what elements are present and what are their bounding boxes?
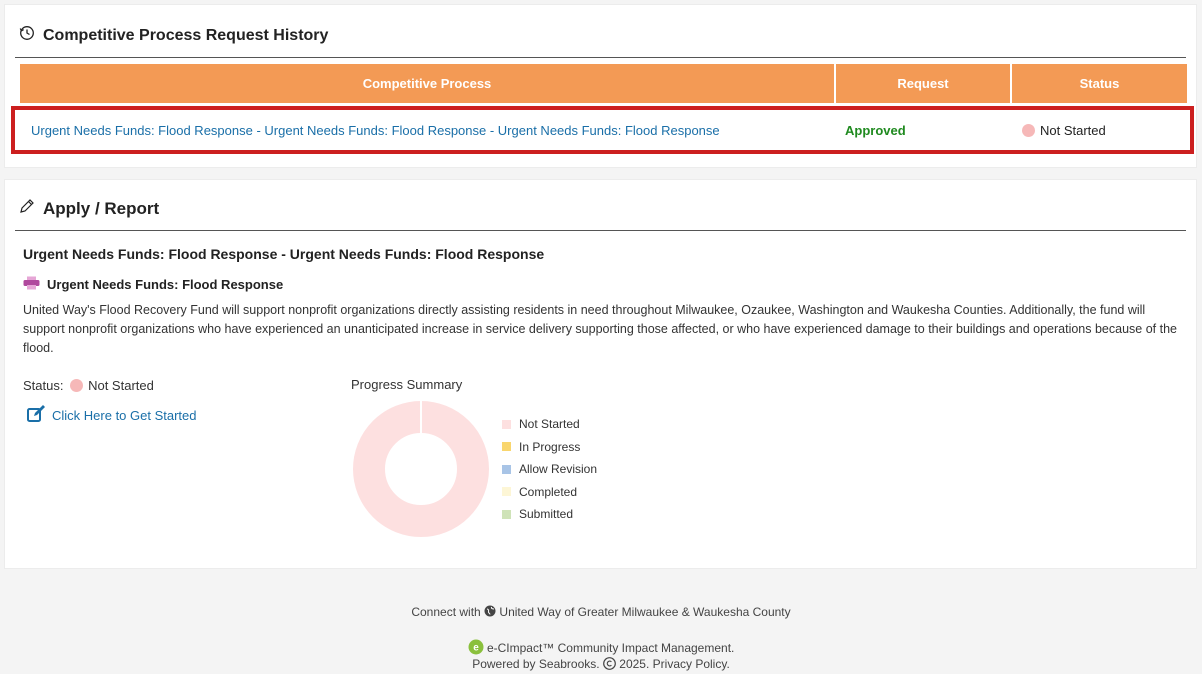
- program-title: Urgent Needs Funds: Flood Response - Urg…: [23, 246, 545, 262]
- progress-summary-title: Progress Summary: [351, 377, 463, 392]
- ecimpact-logo-icon: e: [468, 639, 487, 655]
- edit-icon: [27, 405, 46, 426]
- get-started-text[interactable]: Click Here to Get Started: [52, 408, 197, 423]
- status-dot-icon: [70, 379, 84, 392]
- fund-description: United Way's Flood Recovery Fund will su…: [23, 303, 1177, 355]
- legend-label: In Progress: [519, 439, 581, 454]
- column-header-request: Request: [836, 64, 1012, 103]
- get-started-link[interactable]: Click Here to Get Started: [27, 405, 197, 426]
- footer-product-text: e-CImpact™ Community Impact Management.: [486, 641, 735, 655]
- column-header-competitive-process: Competitive Process: [20, 64, 836, 103]
- apply-title-text: Apply / Report: [43, 198, 160, 218]
- history-panel-title: Competitive Process Request History: [19, 25, 328, 46]
- legend-swatch: [502, 464, 511, 474]
- legend-item: Not Started: [502, 413, 597, 436]
- footer-year: 2025.: [619, 657, 650, 671]
- privacy-policy-link[interactable]: Privacy Policy.: [653, 657, 730, 671]
- fund-name: Urgent Needs Funds: Flood Response: [47, 277, 284, 292]
- legend-label: Allow Revision: [519, 462, 598, 477]
- legend-label: Not Started: [519, 417, 580, 432]
- history-table-header: Competitive Process Request Status: [20, 64, 1187, 103]
- apply-panel-title: Apply / Report: [19, 198, 159, 219]
- progress-donut-chart: [353, 401, 489, 537]
- legend-label: Completed: [519, 484, 578, 499]
- apply-divider: [15, 230, 1186, 231]
- footer-powered-text: Powered by Seabrooks.: [472, 657, 600, 671]
- footer-product: e e-CImpact™ Community Impact Management…: [0, 639, 1202, 655]
- svg-text:e: e: [473, 643, 479, 654]
- history-divider: [15, 57, 1186, 58]
- legend-item: Completed: [502, 481, 597, 504]
- copyright-icon: [603, 657, 619, 671]
- apply-status-label: Status:: [23, 378, 64, 393]
- footer-connect-prefix: Connect with: [411, 605, 481, 619]
- legend-item: Allow Revision: [502, 458, 597, 481]
- table-row[interactable]: Urgent Needs Funds: Flood Response - Urg…: [11, 106, 1194, 154]
- competitive-process-link[interactable]: Urgent Needs Funds: Flood Response - Urg…: [31, 123, 720, 138]
- column-header-status: Status: [1079, 76, 1120, 91]
- apply-status-value: Not Started: [88, 378, 154, 393]
- globe-icon: [484, 605, 499, 619]
- legend-item: Submitted: [502, 503, 597, 526]
- legend-swatch: [502, 487, 511, 497]
- fund-heading: Urgent Needs Funds: Flood Response: [23, 276, 283, 293]
- status-dot-icon: [1022, 124, 1035, 137]
- footer-connect: Connect with United Way of Greater Milwa…: [0, 605, 1202, 619]
- history-title-text: Competitive Process Request History: [43, 26, 329, 44]
- apply-report-panel: Apply / Report Urgent Needs Funds: Flood…: [4, 179, 1197, 569]
- legend-swatch: [502, 419, 511, 429]
- chart-legend: Not Started In Progress Allow Revision Comp…: [502, 413, 597, 526]
- row-status: Not Started: [1022, 123, 1106, 138]
- footer-org-link[interactable]: United Way of Greater Milwaukee & Waukes…: [499, 605, 790, 619]
- pencil-icon: [19, 198, 35, 219]
- printer-icon: [23, 276, 40, 293]
- apply-status: Status: Not Started: [23, 378, 154, 393]
- history-icon: [19, 25, 35, 46]
- legend-label: Submitted: [519, 507, 574, 522]
- request-status-approved: Approved: [845, 123, 906, 138]
- legend-swatch: [502, 509, 511, 519]
- legend-item: In Progress: [502, 436, 597, 459]
- footer-powered: Powered by Seabrooks. 2025. Privacy Poli…: [0, 657, 1202, 671]
- legend-swatch: [502, 442, 511, 452]
- row-status-text: Not Started: [1040, 123, 1106, 138]
